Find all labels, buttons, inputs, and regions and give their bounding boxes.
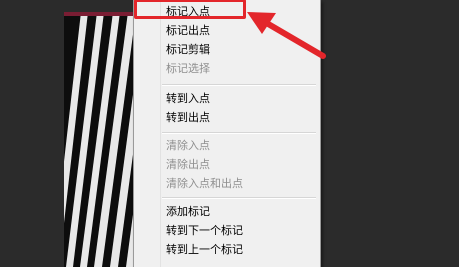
- menu-item-go-to-next-marker[interactable]: 转到下一个标记: [134, 221, 320, 240]
- menu-group-markers: 添加标记 转到下一个标记 转到上一个标记: [134, 202, 320, 259]
- menu-item-clear-out: 清除出点: [166, 158, 210, 171]
- striped-video-frame: [64, 12, 144, 267]
- annotation-highlight-box: [134, 0, 246, 19]
- menu-group-goto: 转到入点 转到出点: [134, 89, 320, 127]
- menu-item-go-to-in[interactable]: 转到入点: [134, 89, 320, 108]
- menu-item-mark-selection: 标记选择: [166, 62, 210, 75]
- menu-group-clear: 清除入点 清除出点 清除入点和出点: [134, 136, 320, 193]
- menu-item-mark-clip[interactable]: 标记剪辑: [134, 40, 320, 59]
- menu-separator: [162, 197, 316, 199]
- menu-item-clear-in: 清除入点: [166, 139, 210, 152]
- menu-item-mark-out[interactable]: 标记出点: [134, 21, 320, 40]
- menu-item-go-to-out[interactable]: 转到出点: [134, 108, 320, 127]
- menu-item-clear-in-and-out: 清除入点和出点: [166, 177, 243, 190]
- menu-separator: [162, 132, 316, 134]
- context-menu: 标记入点 标记出点 标记剪辑 标记选择 转到入点 转到出点 清除入点 清除出点 …: [133, 0, 321, 267]
- menu-separator: [162, 84, 316, 86]
- menu-item-go-to-previous-marker[interactable]: 转到上一个标记: [134, 240, 320, 259]
- menu-item-add-marker[interactable]: 添加标记: [134, 202, 320, 221]
- video-preview-panel: [64, 12, 144, 267]
- screen: 标记入点 标记出点 标记剪辑 标记选择 转到入点 转到出点 清除入点 清除出点 …: [0, 0, 459, 267]
